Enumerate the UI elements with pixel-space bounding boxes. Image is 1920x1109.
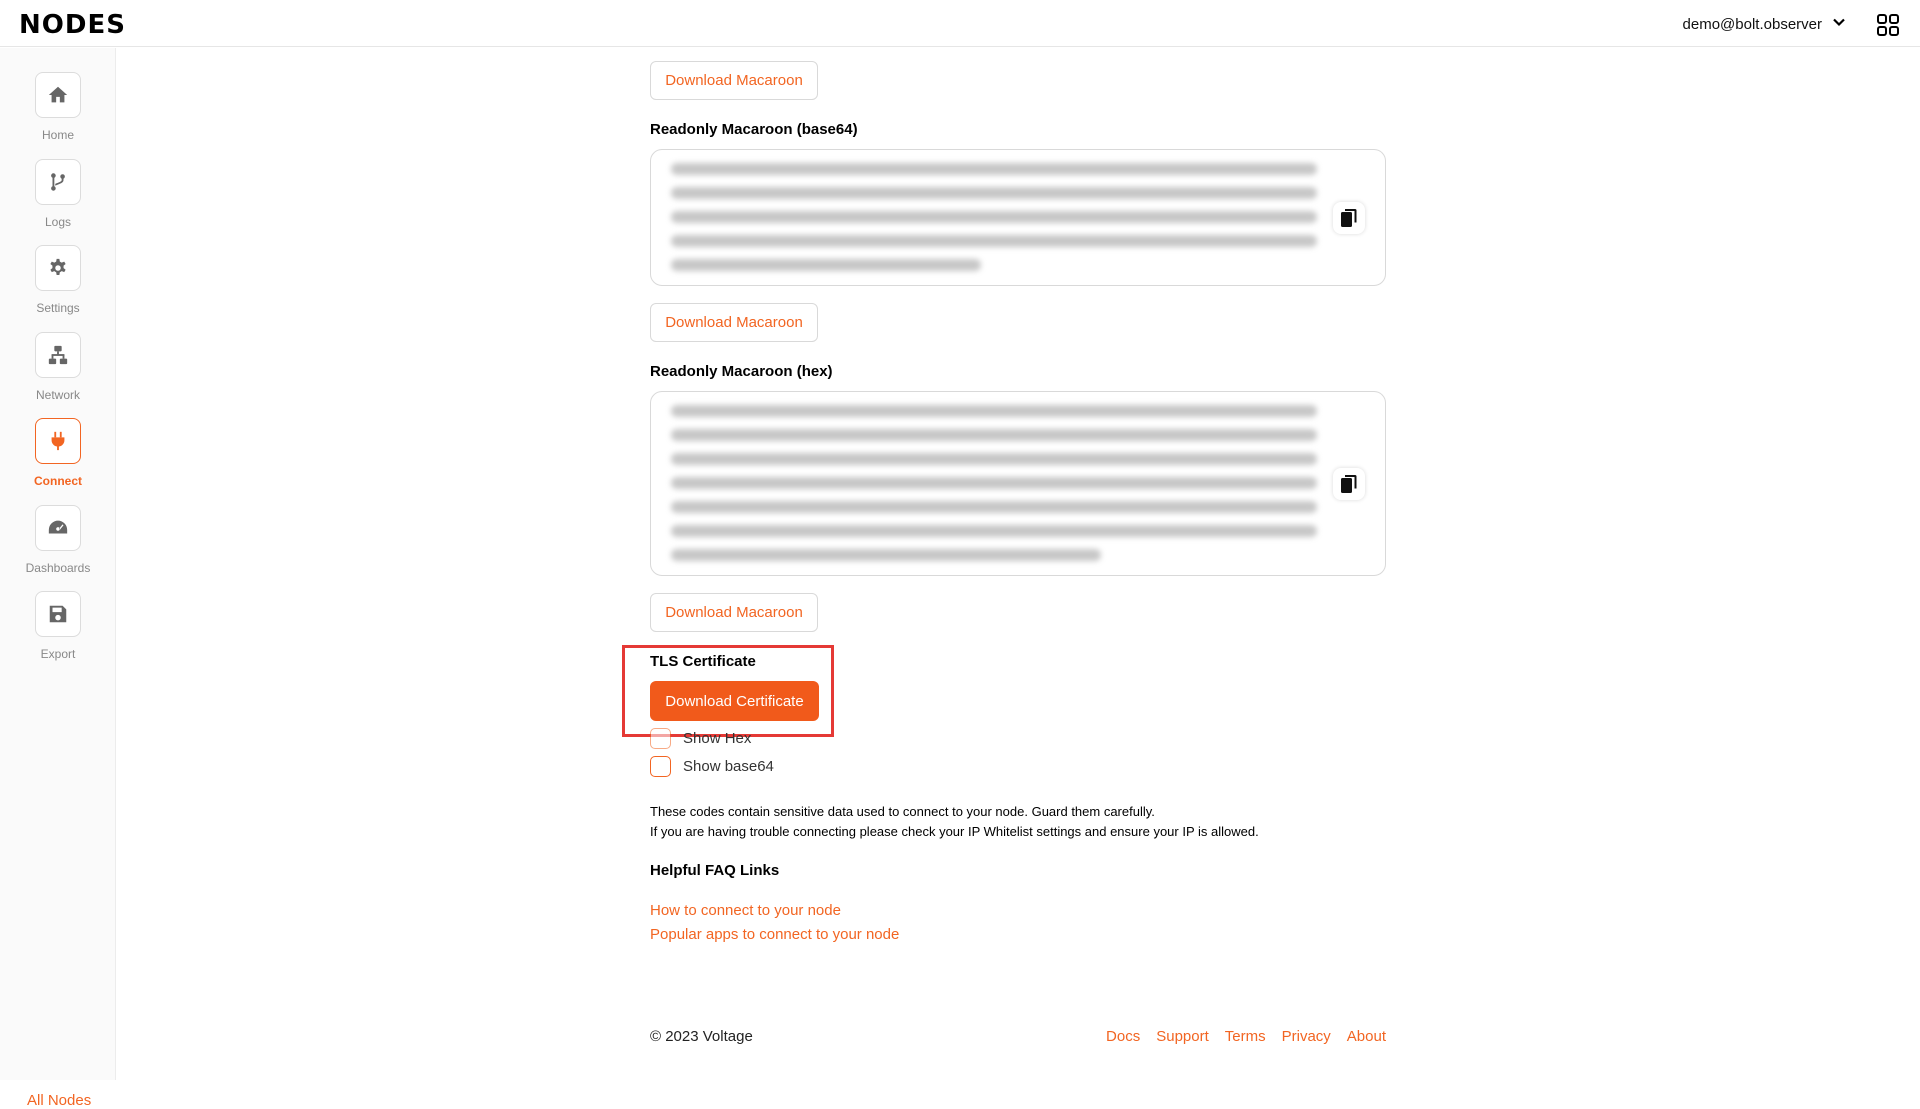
show-base64-checkbox[interactable]: Show base64: [650, 756, 774, 777]
sidebar-item-label: Connect: [34, 474, 82, 488]
faq-title: Helpful FAQ Links: [650, 862, 780, 879]
all-nodes-link[interactable]: All Nodes: [27, 1092, 91, 1109]
user-menu[interactable]: demo@bolt.observer: [1683, 15, 1846, 33]
footer-link-privacy[interactable]: Privacy: [1282, 1028, 1331, 1045]
logo[interactable]: NODES: [19, 10, 126, 40]
sidebar-item-logs[interactable]: Logs: [0, 159, 116, 229]
gauge-icon: [35, 505, 81, 551]
plug-icon: [35, 418, 81, 464]
footer-links: Docs Support Terms Privacy About: [1106, 1028, 1386, 1045]
show-base64-label: Show base64: [683, 758, 774, 775]
download-macaroon-button[interactable]: Download Macaroon: [650, 303, 818, 342]
sidebar-item-settings[interactable]: Settings: [0, 245, 116, 315]
save-icon: [35, 591, 81, 637]
checkbox-box[interactable]: [650, 756, 671, 777]
apps-grid-icon[interactable]: [1876, 13, 1900, 37]
hex-code-box[interactable]: [650, 391, 1386, 576]
download-macaroon-button[interactable]: Download Macaroon: [650, 593, 818, 632]
show-hex-checkbox[interactable]: Show Hex: [650, 728, 751, 749]
top-bar: NODES demo@bolt.observer: [0, 0, 1920, 47]
sidebar-item-label: Network: [35, 388, 80, 402]
copy-icon[interactable]: [1333, 202, 1365, 234]
readonly-base64-label: Readonly Macaroon (base64): [650, 121, 858, 138]
gear-icon: [35, 245, 81, 291]
faq-link-connect[interactable]: How to connect to your node: [650, 902, 841, 919]
sidebar-item-export[interactable]: Export: [0, 591, 116, 661]
footer-link-docs[interactable]: Docs: [1106, 1028, 1140, 1045]
sidebar-item-label: Export: [40, 647, 76, 661]
sidebar-item-label: Dashboards: [25, 561, 91, 575]
sidebar-item-label: Home: [41, 128, 74, 142]
sidebar-item-connect[interactable]: Connect: [0, 418, 116, 488]
sidebar-item-label: Logs: [44, 215, 72, 229]
faq-link-popular-apps[interactable]: Popular apps to connect to your node: [650, 926, 899, 943]
sidebar: Home Logs Settings Network Connect Dashb…: [0, 48, 116, 1109]
show-hex-label: Show Hex: [683, 730, 752, 747]
footer-link-support[interactable]: Support: [1156, 1028, 1209, 1045]
chevron-down-icon: [1832, 15, 1846, 33]
sidebar-item-network[interactable]: Network: [0, 332, 116, 402]
download-macaroon-button[interactable]: Download Macaroon: [650, 61, 818, 100]
branch-icon: [35, 159, 81, 205]
readonly-hex-label: Readonly Macaroon (hex): [650, 363, 833, 380]
highlight-frame: [622, 645, 834, 737]
sidebar-item-dashboards[interactable]: Dashboards: [0, 505, 116, 575]
user-email: demo@bolt.observer: [1682, 15, 1822, 33]
sidebar-item-home[interactable]: Home: [0, 72, 116, 142]
base64-code-box[interactable]: [650, 149, 1386, 286]
info-text-line: If you are having trouble connecting ple…: [650, 824, 1259, 839]
sidebar-item-label: Settings: [36, 301, 80, 315]
network-icon: [35, 332, 81, 378]
footer-link-terms[interactable]: Terms: [1225, 1028, 1266, 1045]
info-text-line: These codes contain sensitive data used …: [650, 804, 1155, 819]
copyright: © 2023 Voltage: [650, 1028, 753, 1045]
copy-icon[interactable]: [1333, 468, 1365, 500]
home-icon: [35, 72, 81, 118]
footer-link-about[interactable]: About: [1347, 1028, 1386, 1045]
checkbox-box[interactable]: [650, 728, 671, 749]
